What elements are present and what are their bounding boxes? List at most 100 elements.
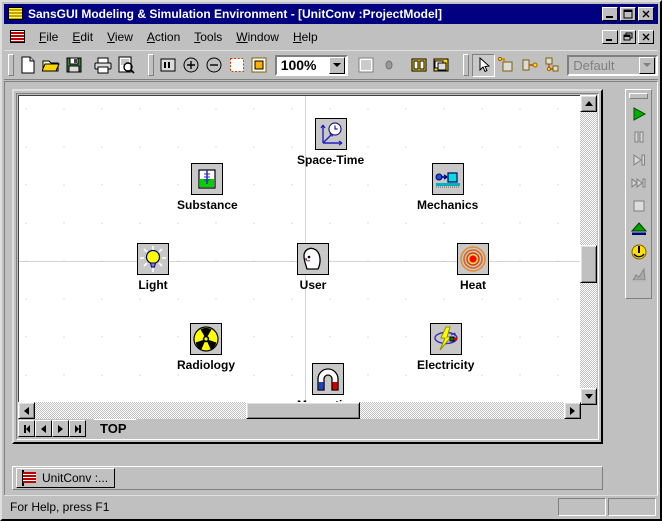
menu-item-help[interactable]: Help bbox=[286, 28, 325, 46]
node-label: User bbox=[299, 278, 327, 292]
menu-item-window[interactable]: Window bbox=[229, 28, 286, 46]
zoom-in-icon[interactable] bbox=[179, 53, 203, 77]
status-pane-1 bbox=[558, 497, 606, 516]
menu-item-view[interactable]: View bbox=[100, 28, 140, 46]
substance-icon bbox=[191, 163, 224, 195]
child-window-controls bbox=[602, 29, 658, 44]
power-icon[interactable] bbox=[627, 240, 651, 263]
status-message: For Help, press F1 bbox=[10, 499, 110, 514]
add-link-icon[interactable] bbox=[517, 53, 541, 77]
tab-prev-icon[interactable] bbox=[35, 420, 52, 437]
zoom-combo[interactable]: 100% bbox=[274, 54, 349, 76]
cascade-icon[interactable] bbox=[429, 53, 453, 77]
node-radiology[interactable]: Radiology bbox=[177, 323, 235, 372]
hscroll-thumb[interactable] bbox=[246, 402, 360, 419]
stop-icon[interactable] bbox=[627, 194, 651, 217]
sheet-tab-strip: TOP bbox=[18, 419, 581, 438]
menu-bar: File Edit View Action Tools Window Help bbox=[4, 26, 658, 48]
select-arrow-icon[interactable] bbox=[472, 53, 495, 77]
space-time-icon bbox=[314, 118, 347, 150]
node-substance[interactable]: Substance bbox=[177, 163, 238, 212]
vscroll-thumb[interactable] bbox=[580, 245, 597, 283]
properties-icon[interactable] bbox=[156, 53, 180, 77]
mechanics-icon bbox=[431, 163, 464, 195]
tab-first-icon[interactable] bbox=[18, 420, 35, 437]
tile-icon[interactable] bbox=[407, 53, 430, 77]
zoom-out-icon[interactable] bbox=[202, 53, 226, 77]
zoom-fit-icon[interactable] bbox=[225, 53, 248, 77]
run-icon[interactable] bbox=[627, 102, 651, 125]
task-button-label: UnitConv :... bbox=[42, 471, 109, 485]
class-combo[interactable]: Default bbox=[567, 54, 659, 76]
print-preview-icon[interactable] bbox=[114, 53, 138, 77]
class-value: Default bbox=[573, 57, 615, 73]
save-disk-icon[interactable] bbox=[62, 53, 86, 77]
node-label: Light bbox=[138, 278, 168, 292]
step-icon[interactable] bbox=[627, 148, 651, 171]
add-connection-icon[interactable] bbox=[540, 53, 564, 77]
document-icon[interactable] bbox=[10, 29, 26, 44]
tab-last-icon[interactable] bbox=[69, 420, 86, 437]
scroll-down-icon[interactable] bbox=[580, 388, 597, 405]
snap-icon[interactable] bbox=[377, 53, 401, 77]
pause-icon[interactable] bbox=[627, 125, 651, 148]
child-close-button[interactable] bbox=[638, 29, 654, 44]
toolbar-grip-3[interactable] bbox=[463, 54, 470, 76]
results-icon[interactable] bbox=[627, 263, 651, 286]
fast-forward-icon[interactable] bbox=[627, 171, 651, 194]
menu-item-action[interactable]: Action bbox=[140, 28, 187, 46]
node-label: Radiology bbox=[177, 358, 236, 372]
node-electricity[interactable]: Electricity bbox=[417, 323, 474, 372]
node-space-time[interactable]: Space-Time bbox=[297, 118, 364, 167]
child-minimize-button[interactable] bbox=[602, 29, 618, 44]
open-folder-icon[interactable] bbox=[39, 53, 63, 77]
title-bar: SansGUI Modeling & Simulation Environmen… bbox=[4, 4, 658, 24]
tab-next-icon[interactable] bbox=[52, 420, 69, 437]
electricity-icon bbox=[429, 323, 462, 355]
minimize-button[interactable] bbox=[602, 7, 618, 21]
task-button-unitconv[interactable]: UnitConv :... bbox=[16, 468, 116, 488]
chevron-down-icon[interactable] bbox=[329, 56, 346, 74]
project-model-window: Space-Time Substance Mechanics Light Use… bbox=[12, 89, 603, 444]
node-label: Substance bbox=[177, 198, 238, 212]
new-icon[interactable] bbox=[17, 53, 40, 77]
zoom-selection-icon[interactable] bbox=[247, 53, 271, 77]
mdi-taskbar: UnitConv :... bbox=[12, 466, 603, 490]
toolbar-grip[interactable] bbox=[8, 54, 14, 76]
node-mechanics[interactable]: Mechanics bbox=[417, 163, 478, 212]
close-button[interactable] bbox=[638, 7, 654, 21]
window-controls bbox=[602, 7, 656, 21]
add-object-icon[interactable] bbox=[495, 53, 518, 77]
canvas-vertical-scrollbar[interactable] bbox=[580, 95, 597, 405]
project-model-inner: Space-Time Substance Mechanics Light Use… bbox=[16, 93, 599, 440]
vtoolbar-grip[interactable] bbox=[629, 93, 648, 99]
node-magnetism[interactable]: Magnetism bbox=[297, 363, 360, 405]
menu-item-edit[interactable]: Edit bbox=[65, 28, 100, 46]
eject-icon[interactable] bbox=[627, 217, 651, 240]
child-restore-button[interactable] bbox=[620, 29, 636, 44]
canvas-horizontal-scrollbar[interactable] bbox=[18, 402, 581, 419]
simulation-toolbar bbox=[625, 89, 652, 299]
magnetism-icon bbox=[312, 363, 345, 395]
menu-item-file[interactable]: File bbox=[32, 28, 65, 46]
sheet-tab-top[interactable]: TOP bbox=[88, 419, 137, 437]
menu-item-tools[interactable]: Tools bbox=[187, 28, 229, 46]
main-toolbar: 100% Default bbox=[4, 50, 659, 80]
toolbar-grip-2[interactable] bbox=[147, 54, 154, 76]
node-user[interactable]: User bbox=[297, 243, 329, 292]
node-light[interactable]: Light bbox=[137, 243, 169, 292]
node-label: Space-Time bbox=[297, 153, 365, 167]
node-label: Heat bbox=[459, 278, 486, 292]
node-heat[interactable]: Heat bbox=[457, 243, 489, 292]
scroll-up-icon[interactable] bbox=[580, 95, 597, 112]
print-icon[interactable] bbox=[91, 53, 115, 77]
diagram-canvas[interactable]: Space-Time Substance Mechanics Light Use… bbox=[18, 95, 581, 405]
maximize-button[interactable] bbox=[620, 7, 636, 21]
class-chevron-down-icon[interactable] bbox=[639, 56, 656, 74]
scroll-right-icon[interactable] bbox=[564, 402, 581, 419]
grid-toggle-icon[interactable] bbox=[355, 53, 378, 77]
radiology-icon bbox=[190, 323, 222, 355]
window-title: SansGUI Modeling & Simulation Environmen… bbox=[28, 7, 443, 21]
zoom-value: 100% bbox=[280, 57, 317, 73]
scroll-left-icon[interactable] bbox=[18, 402, 35, 419]
